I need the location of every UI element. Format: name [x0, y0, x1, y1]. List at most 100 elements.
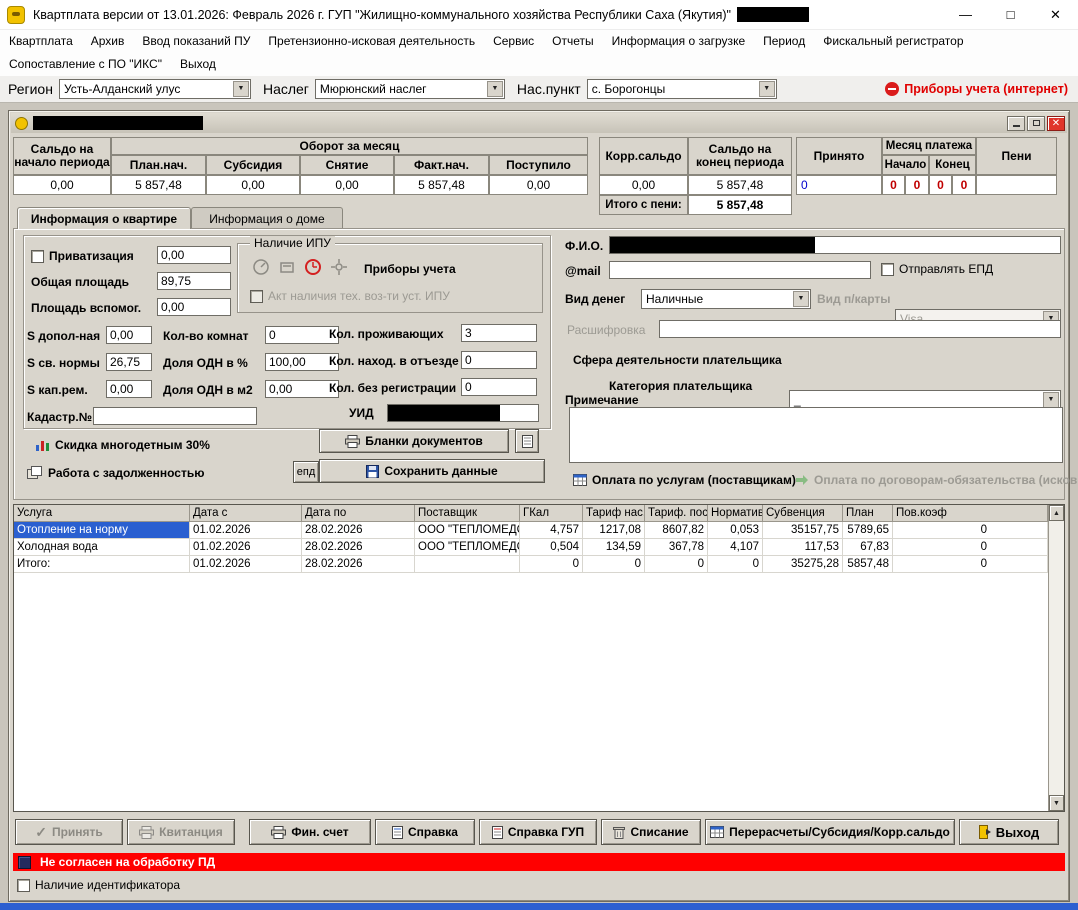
menu-servis[interactable]: Сервис [484, 30, 543, 53]
korr-saldo-header: Корр.сальдо [599, 137, 688, 175]
chevron-down-icon[interactable]: ▼ [759, 81, 775, 97]
prinyato-input[interactable]: 0 [796, 175, 882, 195]
child-restore-button[interactable] [1027, 116, 1045, 131]
menu-otchety[interactable]: Отчеты [543, 30, 602, 53]
discount-button[interactable]: Скидка многодетным 30% [35, 438, 210, 452]
note-textarea[interactable] [569, 407, 1063, 463]
menu-arhiv[interactable]: Архив [82, 30, 134, 53]
col-pov-koef: Пов.коэф [893, 505, 1048, 522]
child-minimize-button[interactable] [1007, 116, 1025, 131]
document-blanks-button[interactable]: Бланки документов [319, 429, 509, 453]
s-kap-field[interactable] [106, 380, 152, 398]
korr-saldo-value: 0,00 [599, 175, 688, 195]
menu-period[interactable]: Период [754, 30, 814, 53]
chevron-down-icon[interactable]: ▼ [233, 81, 249, 97]
exit-button[interactable]: Выход [959, 819, 1059, 845]
s-additional-field[interactable] [106, 326, 152, 344]
save-data-button[interactable]: Сохранить данные [319, 459, 545, 483]
col-tarif-nas: Тариф нас. [583, 505, 645, 522]
fin-account-button[interactable]: Фин. счет [249, 819, 371, 845]
region-combobox[interactable]: Усть-Алданский улус ▼ [59, 79, 251, 99]
table-row-total[interactable]: Итого: 01.02.2026 28.02.2026 0 0 0 0 352… [14, 556, 1048, 573]
meters-internet-link[interactable]: Приборы учета (интернет) [885, 82, 1068, 96]
accept-button[interactable]: ✓ Принять [15, 819, 123, 845]
menu-kvartplata[interactable]: Квартплата [0, 30, 82, 53]
ipu-meters-label: Приборы учета [364, 262, 456, 276]
total-area-field[interactable] [157, 272, 231, 290]
menu-pretenzionno[interactable]: Претензионно-исковая деятельность [259, 30, 484, 53]
table-row[interactable]: Холодная вода 01.02.2026 28.02.2026 ООО … [14, 539, 1048, 556]
mail-field[interactable] [609, 261, 871, 279]
rooms-field[interactable] [265, 326, 339, 344]
document-small-button[interactable] [515, 429, 539, 453]
chevron-down-icon[interactable]: ▼ [1043, 392, 1059, 408]
cadastre-field[interactable] [93, 407, 257, 425]
menu-vvod-pokazaniy[interactable]: Ввод показаний ПУ [133, 30, 259, 53]
tab-apartment-info[interactable]: Информация о квартире [17, 207, 191, 229]
odn-m2-field[interactable] [265, 380, 339, 398]
uid-label: УИД [349, 406, 374, 420]
send-epd-checkbox[interactable] [881, 263, 894, 276]
debt-work-button[interactable]: Работа с задолженностью [27, 466, 204, 480]
month-end-year-value[interactable]: 0 [952, 175, 976, 195]
aux-area-field[interactable] [157, 298, 231, 316]
chevron-down-icon[interactable]: ▼ [487, 81, 503, 97]
epd-button[interactable]: епд [293, 461, 319, 483]
recalc-subsidy-button[interactable]: Перерасчеты/Субсидия/Корр.сальдо [705, 819, 955, 845]
scroll-down-button[interactable]: ▼ [1049, 795, 1064, 811]
consent-checkbox[interactable] [18, 856, 31, 869]
s-norm-field[interactable] [106, 353, 152, 371]
month-start-year-value[interactable]: 0 [905, 175, 929, 195]
vertical-scrollbar[interactable]: ▲ ▼ [1048, 505, 1064, 811]
cards-icon [27, 466, 43, 480]
month-start-month-value[interactable]: 0 [882, 175, 905, 195]
money-type-label: Вид денег [565, 292, 625, 306]
menu-fiskalny-registrator[interactable]: Фискальный регистратор [814, 30, 972, 53]
redacted-title-segment [737, 7, 809, 22]
child-close-button[interactable]: ✕ [1047, 116, 1065, 131]
money-type-combobox[interactable]: Наличные ▼ [641, 289, 811, 309]
odn-percent-field[interactable] [265, 353, 339, 371]
spravka-gup-button[interactable]: Справка ГУП [479, 819, 597, 845]
privatization-checkbox[interactable] [31, 250, 44, 263]
prinyato-header: Принято [796, 137, 882, 175]
settlement-combobox[interactable]: с. Борогонцы ▼ [587, 79, 777, 99]
spravka-button[interactable]: Справка [375, 819, 475, 845]
menu-informaciya-o-zagruzke[interactable]: Информация о загрузке [603, 30, 754, 53]
naslag-label: Наслег [263, 81, 309, 97]
payer-sphere-value: _ [794, 393, 801, 407]
table-row[interactable]: Отопление на норму 01.02.2026 28.02.2026… [14, 522, 1048, 539]
ipu-act-checkbox[interactable] [250, 290, 263, 303]
menu-vyhod[interactable]: Выход [171, 53, 225, 76]
receipt-button[interactable]: Квитанция [127, 819, 235, 845]
noreg-field[interactable] [461, 378, 537, 396]
chevron-down-icon[interactable]: ▼ [793, 291, 809, 307]
spisanie-button[interactable]: Списание [601, 819, 701, 845]
away-field[interactable] [461, 351, 537, 369]
maximize-button[interactable]: □ [988, 0, 1033, 30]
gas-meter-icon [278, 258, 296, 276]
identifier-checkbox[interactable] [17, 879, 30, 892]
tab-house-info[interactable]: Информация о доме [191, 207, 343, 229]
saldo-end-header: Сальдо наконец периода [688, 137, 792, 175]
naslag-combobox[interactable]: Мюрюнский наслег ▼ [315, 79, 505, 99]
pay-by-services-button[interactable]: Оплата по услугам (поставщикам) [573, 473, 796, 487]
scroll-up-button[interactable]: ▲ [1049, 505, 1064, 521]
residents-field[interactable] [461, 324, 537, 342]
col-data-po: Дата по [302, 505, 415, 522]
privatization-field[interactable] [157, 246, 231, 264]
peni-value[interactable] [976, 175, 1057, 195]
decode-field[interactable] [659, 320, 1061, 338]
minimize-button[interactable]: — [943, 0, 988, 30]
month-start-header: Начало [882, 155, 929, 175]
saldo-start-header: Сальдо наначало периода [13, 137, 111, 175]
alert-icon [885, 82, 899, 96]
menu-sopostavlenie-iks[interactable]: Сопоставление с ПО "ИКС" [0, 53, 171, 76]
saldo-start-value: 0,00 [13, 175, 111, 195]
postupilo-header: Поступило [489, 155, 588, 175]
close-button[interactable]: ✕ [1033, 0, 1078, 30]
pay-by-contracts-button[interactable]: Оплата по договорам-обязательства (исков… [795, 473, 1078, 487]
payer-sphere-label: Сфера деятельности плательщика [573, 353, 782, 367]
month-end-month-value[interactable]: 0 [929, 175, 952, 195]
plan-nach-header: План.нач. [111, 155, 206, 175]
